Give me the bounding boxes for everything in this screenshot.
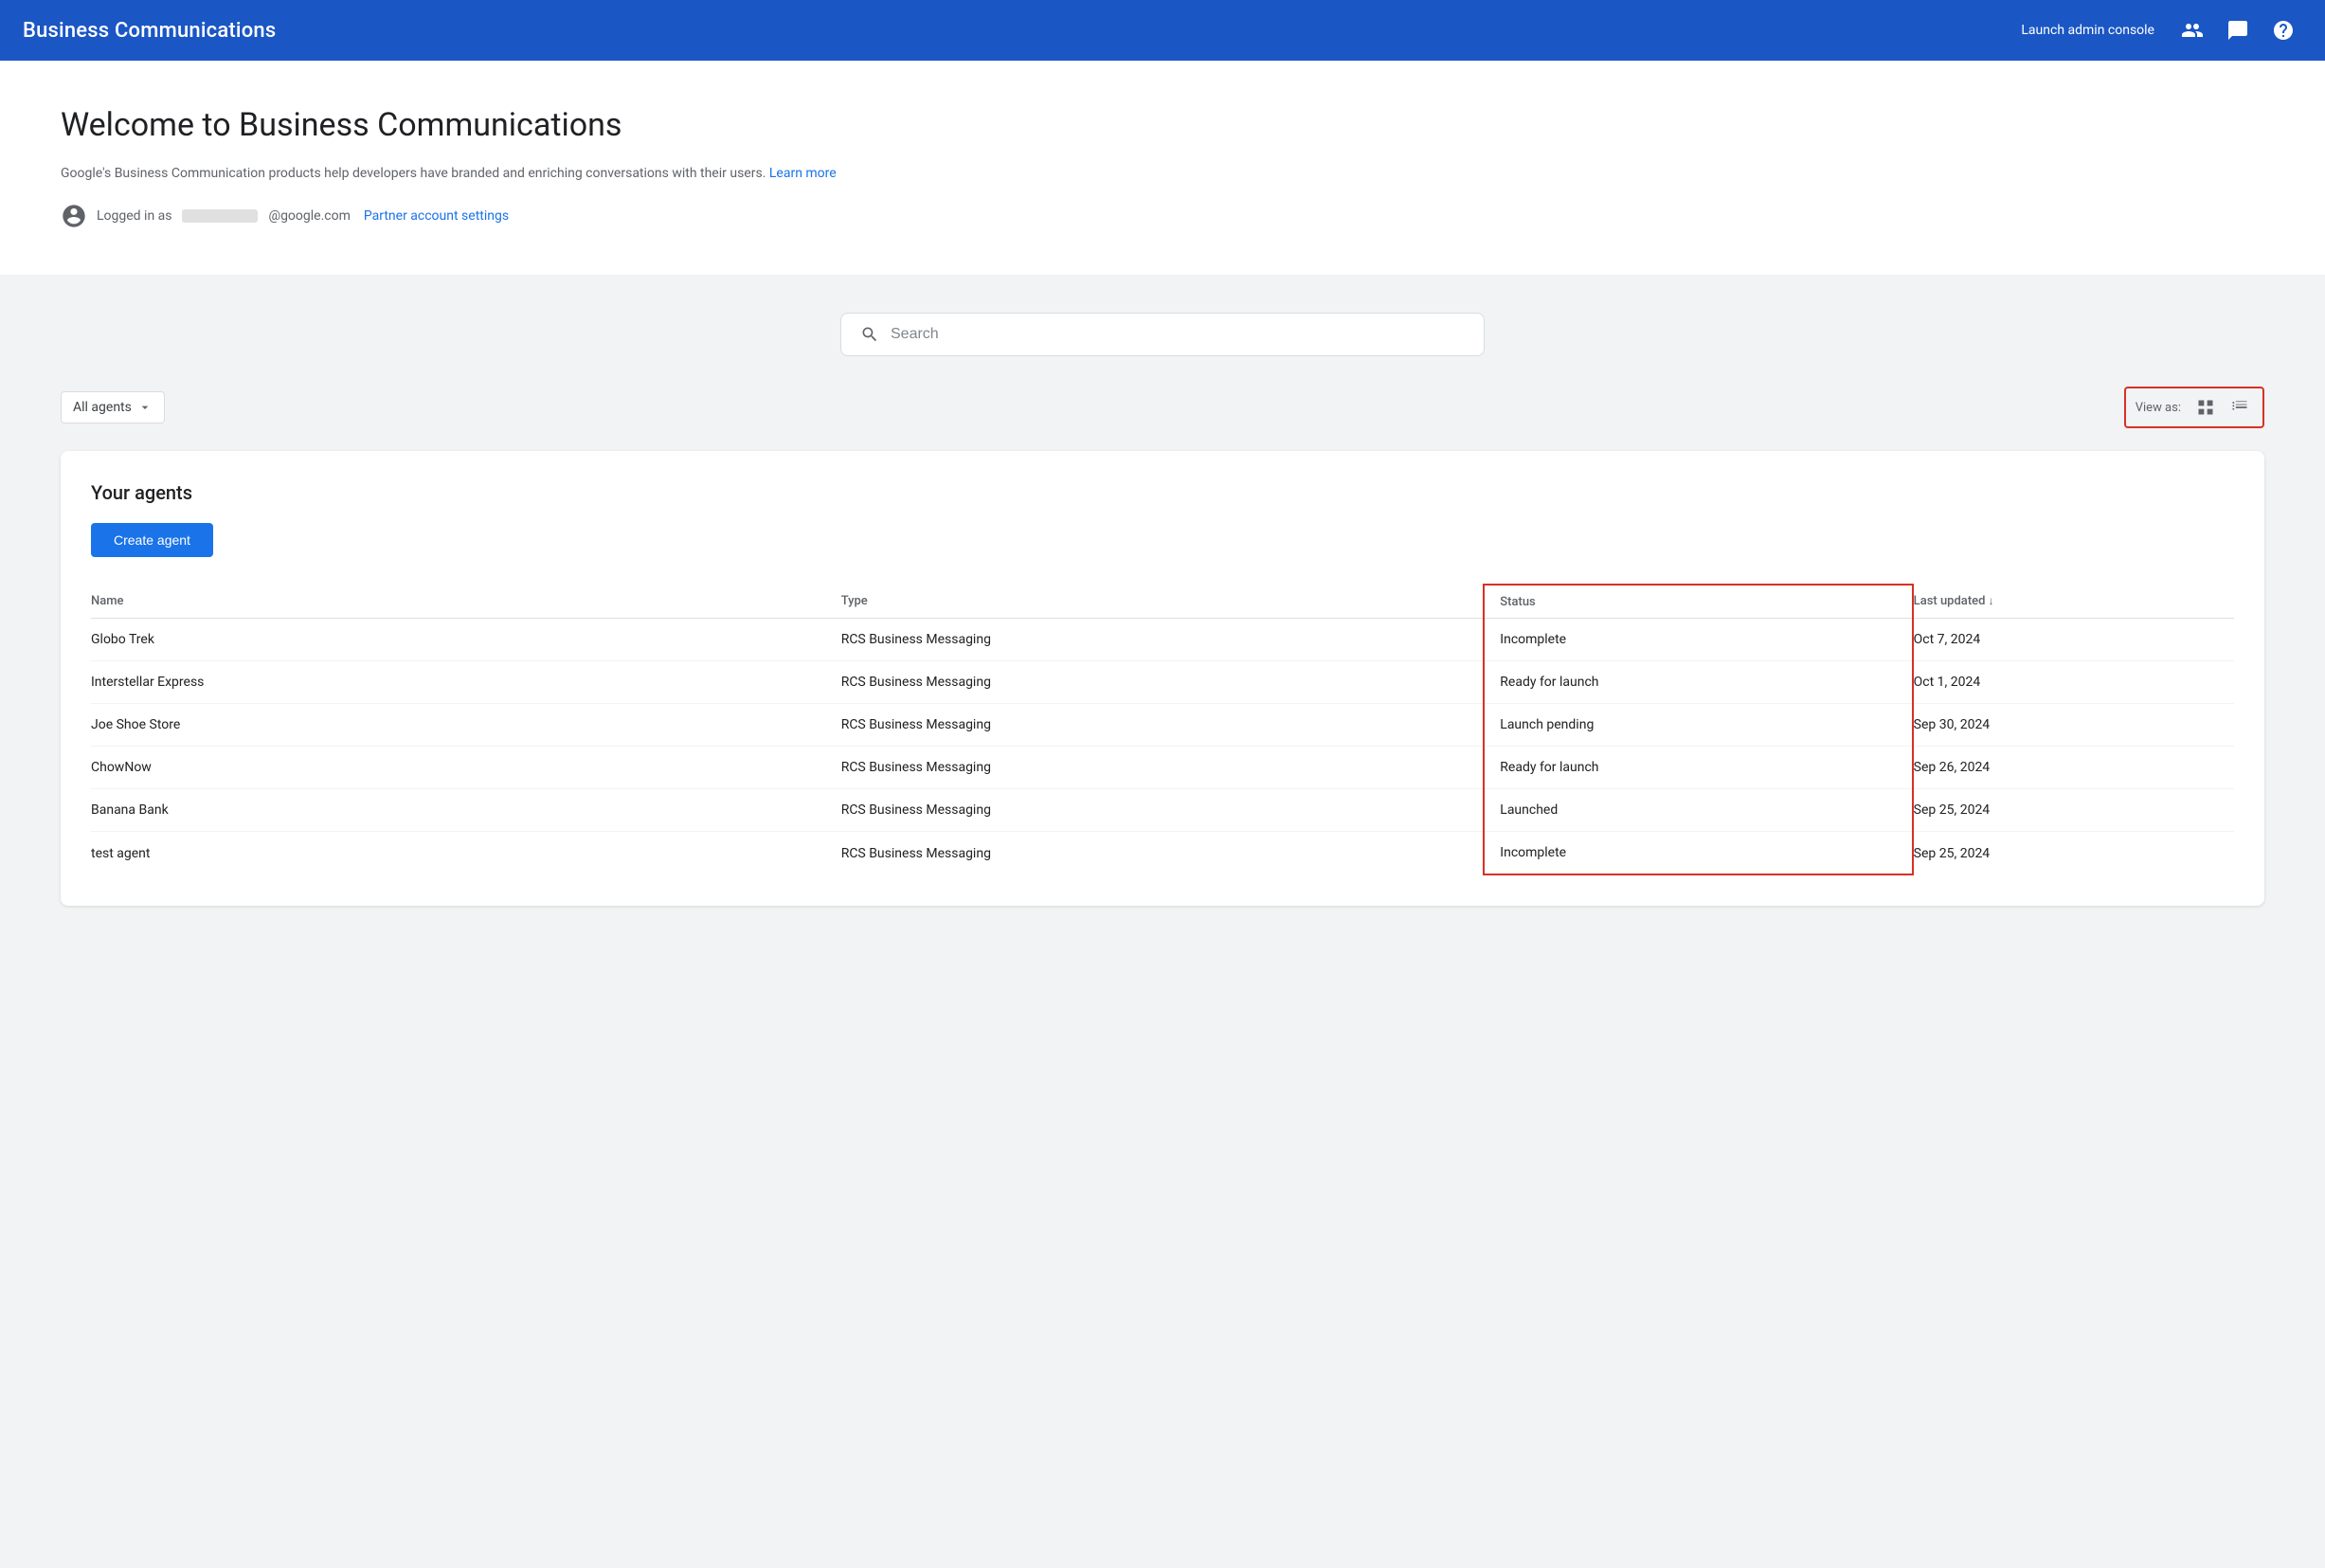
list-icon [2230, 398, 2249, 417]
table-row[interactable]: test agent RCS Business Messaging Incomp… [91, 832, 2234, 875]
agent-status: Ready for launch [1484, 661, 1912, 704]
table-row[interactable]: Interstellar Express RCS Business Messag… [91, 661, 2234, 704]
col-header-type: Type [841, 585, 1485, 619]
people-icon [2181, 19, 2204, 42]
agent-updated: Sep 26, 2024 [1913, 747, 2234, 789]
agent-name: Banana Bank [91, 789, 841, 832]
welcome-desc-text: Google's Business Communication products… [61, 166, 766, 181]
col-header-name: Name [91, 585, 841, 619]
filter-dropdown[interactable]: All agents [61, 391, 165, 424]
agents-table: Name Type Status Last updated ↓ Globo Tr… [91, 584, 2234, 875]
people-icon-button[interactable] [2173, 11, 2211, 49]
email-domain: @google.com [269, 208, 351, 224]
chat-icon-button[interactable] [2219, 11, 2257, 49]
agent-name: test agent [91, 832, 841, 875]
search-input[interactable] [891, 326, 1465, 343]
table-row[interactable]: Banana Bank RCS Business Messaging Launc… [91, 789, 2234, 832]
col-header-status: Status [1484, 585, 1912, 619]
table-row[interactable]: Joe Shoe Store RCS Business Messaging La… [91, 704, 2234, 747]
agent-updated: Oct 1, 2024 [1913, 661, 2234, 704]
logged-in-row: Logged in as @google.com Partner account… [61, 203, 2264, 229]
agent-name: Joe Shoe Store [91, 704, 841, 747]
partner-account-settings-link[interactable]: Partner account settings [364, 208, 509, 224]
agent-updated: Sep 30, 2024 [1913, 704, 2234, 747]
search-box [840, 313, 1485, 356]
main-content: Welcome to Business Communications Googl… [0, 0, 2325, 944]
table-row[interactable]: Globo Trek RCS Business Messaging Incomp… [91, 619, 2234, 661]
grid-icon [2196, 398, 2215, 417]
agent-status: Incomplete [1484, 619, 1912, 661]
learn-more-link[interactable]: Learn more [769, 166, 837, 181]
agents-section: All agents View as: [0, 275, 2325, 944]
chat-icon [2226, 19, 2249, 42]
agent-updated: Sep 25, 2024 [1913, 789, 2234, 832]
agent-updated: Oct 7, 2024 [1913, 619, 2234, 661]
list-view-button[interactable] [2226, 394, 2253, 421]
welcome-title: Welcome to Business Communications [61, 106, 2264, 144]
agent-type: RCS Business Messaging [841, 661, 1485, 704]
welcome-section: Welcome to Business Communications Googl… [0, 61, 2325, 275]
agents-section-title: Your agents [91, 481, 2234, 504]
agent-name: Interstellar Express [91, 661, 841, 704]
agent-type: RCS Business Messaging [841, 832, 1485, 875]
agents-card: Your agents Create agent Name Type Statu… [61, 451, 2264, 906]
agent-status: Incomplete [1484, 832, 1912, 875]
view-as-label: View as: [2136, 401, 2181, 415]
agent-type: RCS Business Messaging [841, 704, 1485, 747]
logged-in-label: Logged in as [97, 208, 172, 224]
agent-name: Globo Trek [91, 619, 841, 661]
search-container [61, 313, 2264, 356]
grid-view-button[interactable] [2192, 394, 2219, 421]
search-icon [860, 325, 879, 344]
agent-status: Ready for launch [1484, 747, 1912, 789]
col-header-updated[interactable]: Last updated ↓ [1913, 585, 2234, 619]
filter-label: All agents [73, 400, 132, 415]
create-agent-button[interactable]: Create agent [91, 523, 213, 557]
welcome-description: Google's Business Communication products… [61, 163, 2264, 184]
help-icon [2272, 19, 2295, 42]
header: Business Communications Launch admin con… [0, 0, 2325, 61]
controls-row: All agents View as: [61, 387, 2264, 428]
agent-name: ChowNow [91, 747, 841, 789]
agent-updated: Sep 25, 2024 [1913, 832, 2234, 875]
agent-status: Launch pending [1484, 704, 1912, 747]
sort-arrow: ↓ [1989, 594, 1994, 607]
table-row[interactable]: ChowNow RCS Business Messaging Ready for… [91, 747, 2234, 789]
redacted-email [182, 209, 258, 223]
launch-admin-link[interactable]: Launch admin console [2021, 23, 2154, 38]
agent-status: Launched [1484, 789, 1912, 832]
header-actions: Launch admin console [2021, 11, 2302, 49]
chevron-down-icon [137, 400, 153, 415]
account-circle-icon [61, 203, 87, 229]
app-title: Business Communications [23, 19, 276, 43]
agent-type: RCS Business Messaging [841, 789, 1485, 832]
agent-type: RCS Business Messaging [841, 619, 1485, 661]
view-as-container: View as: [2124, 387, 2264, 428]
help-icon-button[interactable] [2264, 11, 2302, 49]
agent-type: RCS Business Messaging [841, 747, 1485, 789]
